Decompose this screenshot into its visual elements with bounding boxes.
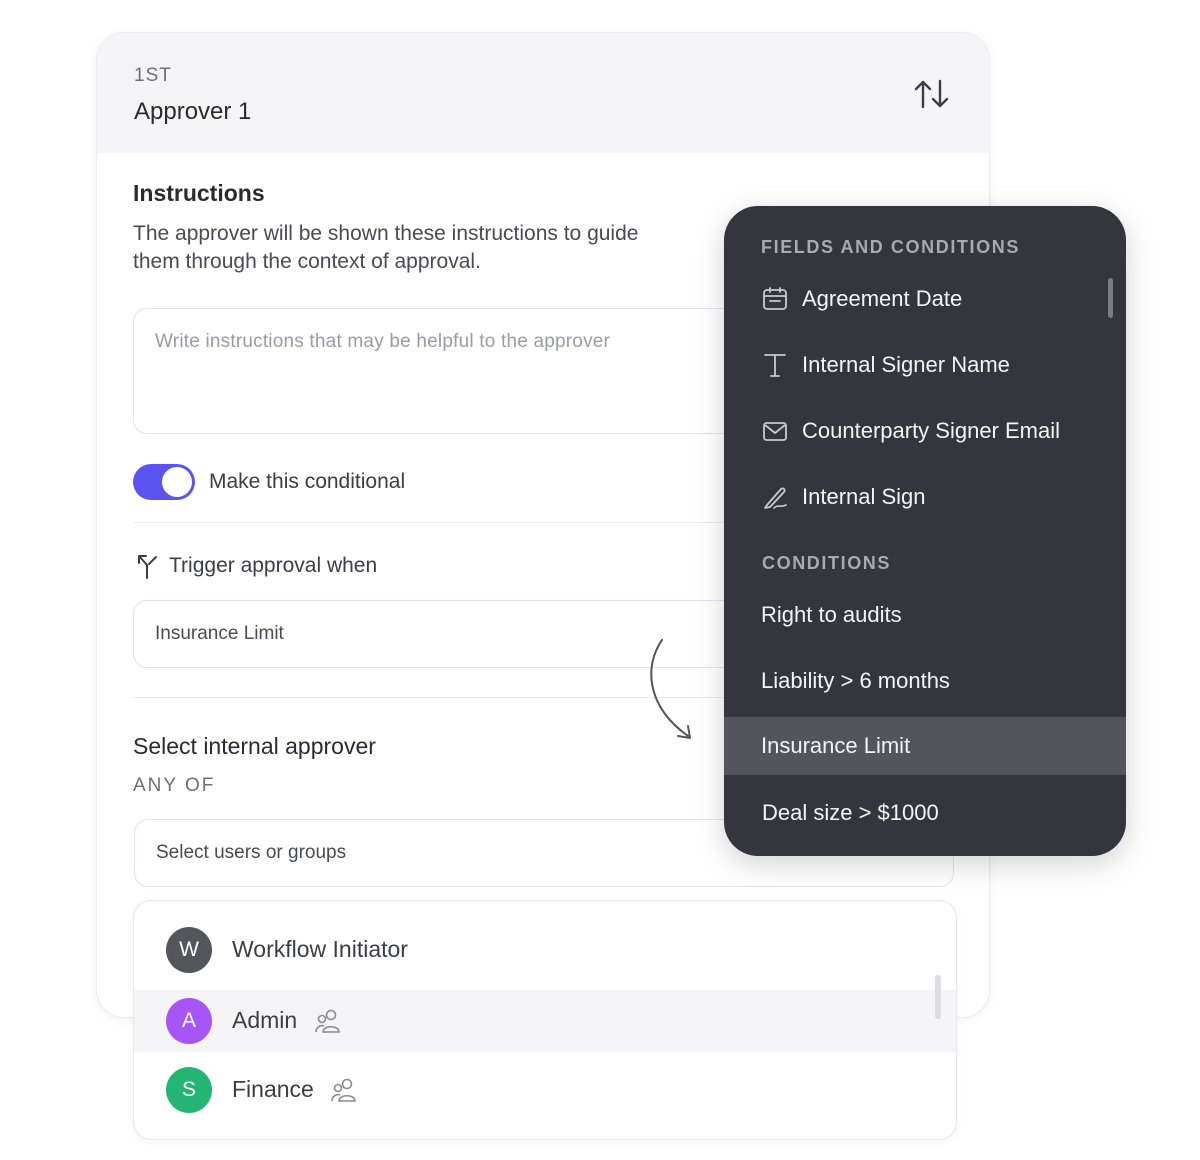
calendar-icon bbox=[763, 287, 787, 310]
user-name: Admin bbox=[232, 1007, 298, 1033]
user-row-finance[interactable]: S Finance bbox=[134, 1059, 956, 1121]
approver-title: Approver 1 bbox=[134, 98, 252, 125]
signature-icon bbox=[764, 487, 787, 509]
user-list: W Workflow Initiator A Admin S Finance bbox=[133, 900, 957, 1140]
approver-heading: Select internal approver bbox=[133, 733, 376, 759]
field-label: Agreement Date bbox=[802, 286, 963, 311]
group-icon bbox=[315, 1009, 340, 1033]
curved-arrow-icon bbox=[650, 639, 691, 739]
conditional-toggle[interactable] bbox=[133, 464, 195, 500]
user-name: Finance bbox=[232, 1076, 314, 1102]
avatar: A bbox=[166, 998, 212, 1044]
field-item-internal-signer-name[interactable]: Internal Signer Name bbox=[724, 336, 1126, 394]
approver-subheading: ANY OF bbox=[133, 775, 216, 796]
envelope-icon bbox=[763, 422, 787, 441]
user-row-workflow-initiator[interactable]: W Workflow Initiator bbox=[134, 919, 956, 981]
trigger-selected-value: Insurance Limit bbox=[155, 623, 284, 644]
avatar: W bbox=[166, 927, 212, 973]
field-label: Counterparty Signer Email bbox=[802, 418, 1061, 443]
conditions-heading: CONDITIONS bbox=[762, 553, 892, 573]
trigger-label: Trigger approval when bbox=[169, 554, 378, 577]
condition-item-right-to-audits[interactable]: Right to audits bbox=[724, 586, 1126, 644]
field-label: Internal Signer Name bbox=[802, 352, 1010, 377]
user-row-admin[interactable]: A Admin bbox=[134, 990, 956, 1052]
user-list-scrollbar[interactable] bbox=[935, 975, 941, 1019]
group-icon bbox=[331, 1078, 356, 1102]
field-label: Internal Sign bbox=[802, 484, 926, 509]
instructions-placeholder: Write instructions that may be helpful t… bbox=[155, 331, 611, 352]
condition-item-insurance-limit[interactable]: Insurance Limit bbox=[724, 717, 1126, 775]
approver-header: 1ST Approver 1 bbox=[97, 33, 989, 153]
user-name: Workflow Initiator bbox=[232, 936, 408, 962]
field-item-agreement-date[interactable]: Agreement Date bbox=[724, 270, 1126, 328]
condition-label: Right to audits bbox=[761, 602, 902, 627]
condition-item-liability[interactable]: Liability > 6 months bbox=[724, 652, 1126, 710]
instructions-description: The approver will be shown these instruc… bbox=[133, 222, 639, 273]
step-label: 1ST bbox=[134, 65, 172, 86]
users-select-placeholder: Select users or groups bbox=[156, 842, 347, 863]
condition-label: Insurance Limit bbox=[761, 733, 911, 758]
branch-icon bbox=[138, 555, 157, 579]
field-item-counterparty-signer-email[interactable]: Counterparty Signer Email bbox=[724, 402, 1126, 460]
avatar: S bbox=[166, 1067, 212, 1113]
reorder-arrows-icon[interactable] bbox=[913, 77, 953, 111]
toggle-knob bbox=[162, 467, 192, 497]
condition-label: Deal size > $1000 bbox=[762, 800, 939, 825]
instructions-heading: Instructions bbox=[133, 180, 265, 206]
text-icon bbox=[764, 354, 786, 377]
condition-label: Liability > 6 months bbox=[761, 668, 950, 693]
fields-conditions-dropdown: FIELDS AND CONDITIONS Agreement Date Int… bbox=[724, 206, 1126, 856]
fields-heading: FIELDS AND CONDITIONS bbox=[761, 237, 1020, 257]
conditional-label: Make this conditional bbox=[209, 470, 406, 493]
field-item-internal-sign[interactable]: Internal Sign bbox=[724, 468, 1126, 526]
condition-item-deal-size[interactable]: Deal size > $1000 bbox=[724, 784, 1126, 842]
